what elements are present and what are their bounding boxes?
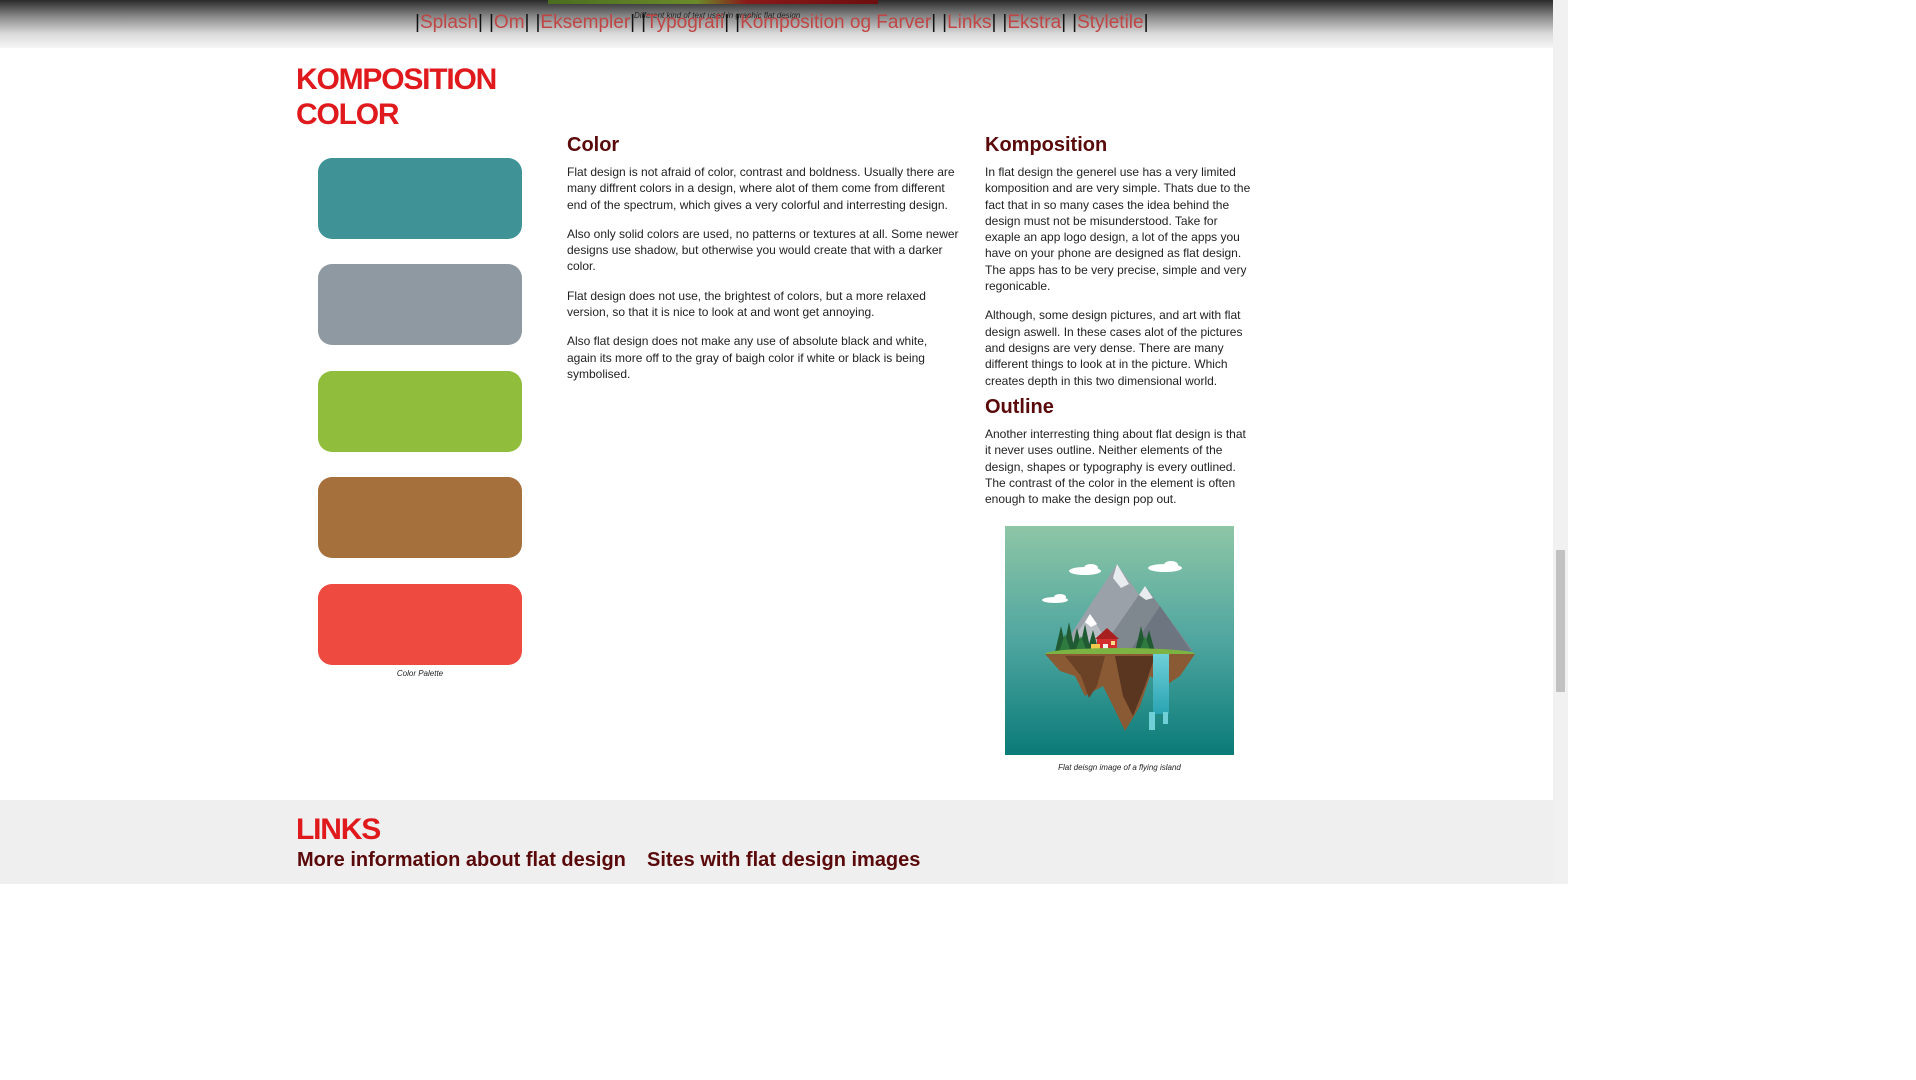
komposition-paragraph: Although, some design pictures, and art … [985,308,1243,388]
flying-island-image [1005,526,1234,755]
color-swatch-green [318,371,522,452]
nav-link-ekstra[interactable]: Ekstra [1007,11,1061,35]
color-swatch-gray [318,264,522,345]
nav-link-typografi[interactable]: Typografi [646,11,724,35]
scrollbar-thumb[interactable] [1556,550,1565,692]
color-article: Color Flat design is not afraid of color… [567,133,959,395]
nav-links: | Splash | | Om | | Eksempler | | Typogr… [415,11,1155,35]
nav-item: | Splash | [415,11,483,35]
nav-separator: | [724,12,730,33]
nav-item: | Ekstra | [1002,11,1066,35]
links-title: LINKS [296,813,381,846]
nav-item: | Typografi | [641,11,729,35]
nav-separator: | [630,12,636,33]
top-nav-bar: Different kind of text used in graphic f… [0,0,1553,48]
komposition-article: Komposition In flat design the generel u… [985,133,1255,402]
color-swatch-teal [318,158,522,239]
color-paragraph: Flat design is not afraid of color, cont… [567,165,955,212]
nav-item: | Komposition og Farver | [735,11,936,35]
links-subheading-sites: Sites with flat design images [647,849,921,871]
section-title: KOMPOSITION COLOR [296,63,497,131]
nav-item: | Links | [942,11,996,35]
nav-item: | Om | [489,11,529,35]
nav-link-komposition-og-farver[interactable]: Komposition og Farver [740,11,931,35]
outline-heading: Outline [985,396,1054,418]
komposition-paragraph: In flat design the generel use has a ver… [985,165,1251,294]
nav-item: | Eksempler | [535,11,635,35]
nav-link-eksempler[interactable]: Eksempler [540,11,630,35]
color-paragraph: Flat design does not use, the brightest … [567,288,926,320]
nav-item: | Styletile | [1072,11,1148,35]
nav-separator: | [1143,12,1149,33]
palette-caption: Color Palette [396,669,444,678]
outline-paragraph: Another interresting thing about flat de… [985,427,1246,507]
color-paragraph: Also only solid colors are used, no patt… [567,226,959,274]
nav-link-splash[interactable]: Splash [420,11,478,35]
color-paragraph: Also flat design does not make any use o… [567,334,928,381]
komposition-heading: Komposition [985,134,1108,156]
page-scrollbar[interactable] [1553,0,1568,884]
links-subheading-more-info: More information about flat design [297,849,626,871]
nav-link-styletile[interactable]: Styletile [1077,11,1144,35]
nav-separator: | [1061,12,1067,33]
color-heading: Color [567,134,620,156]
nav-separator: | [524,12,530,33]
nav-link-links[interactable]: Links [947,11,991,35]
color-swatch-brown [318,477,522,558]
nav-link-om[interactable]: Om [494,11,525,35]
color-swatch-red [318,584,522,665]
nav-separator: | [991,12,997,33]
nav-separator: | [931,12,937,33]
outline-article: Outline Another interresting thing about… [985,395,1255,520]
nav-separator: | [478,12,483,33]
island-image-caption: Flat deisgn image of a flying island [1058,763,1181,772]
header-image-strip [548,0,878,4]
